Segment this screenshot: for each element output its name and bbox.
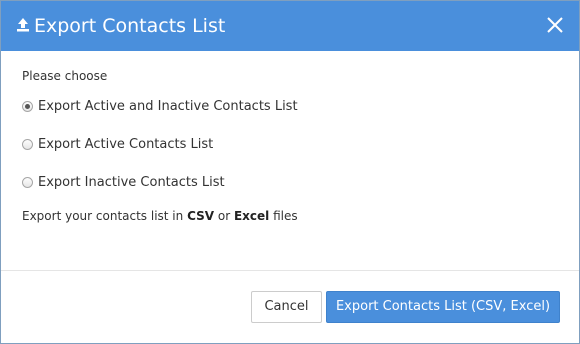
prompt-label: Please choose — [22, 69, 108, 83]
upload-icon — [17, 18, 29, 32]
cancel-button[interactable]: Cancel — [251, 291, 322, 323]
note-format-excel: Excel — [233, 209, 270, 223]
note-middle: or — [214, 209, 234, 223]
dialog-body: Please choose Export Active and Inactive… — [1, 51, 579, 270]
note-suffix: files — [269, 209, 298, 223]
option-active[interactable]: Export Active Contacts List — [22, 135, 213, 153]
export-contacts-dialog: Export Contacts List Please choose Expor… — [0, 0, 580, 344]
dialog-header: Export Contacts List — [1, 1, 579, 51]
radio-button[interactable] — [22, 176, 33, 188]
note-prefix: Export your contacts list in — [22, 209, 188, 223]
note-format-csv: CSV — [187, 209, 215, 223]
radio-button[interactable] — [22, 138, 33, 150]
option-label: Export Inactive Contacts List — [38, 174, 225, 190]
option-inactive[interactable]: Export Inactive Contacts List — [22, 173, 225, 191]
option-label: Export Active and Inactive Contacts List — [38, 98, 298, 114]
option-label: Export Active Contacts List — [38, 136, 214, 152]
export-note: Export your contacts list in CSV or Exce… — [22, 209, 298, 223]
close-icon[interactable] — [545, 15, 565, 35]
export-button[interactable]: Export Contacts List (CSV, Excel) — [326, 291, 560, 323]
footer-divider — [1, 270, 579, 271]
dialog-title: Export Contacts List — [34, 15, 226, 37]
radio-button[interactable] — [22, 100, 33, 112]
option-active-and-inactive[interactable]: Export Active and Inactive Contacts List — [22, 97, 298, 115]
